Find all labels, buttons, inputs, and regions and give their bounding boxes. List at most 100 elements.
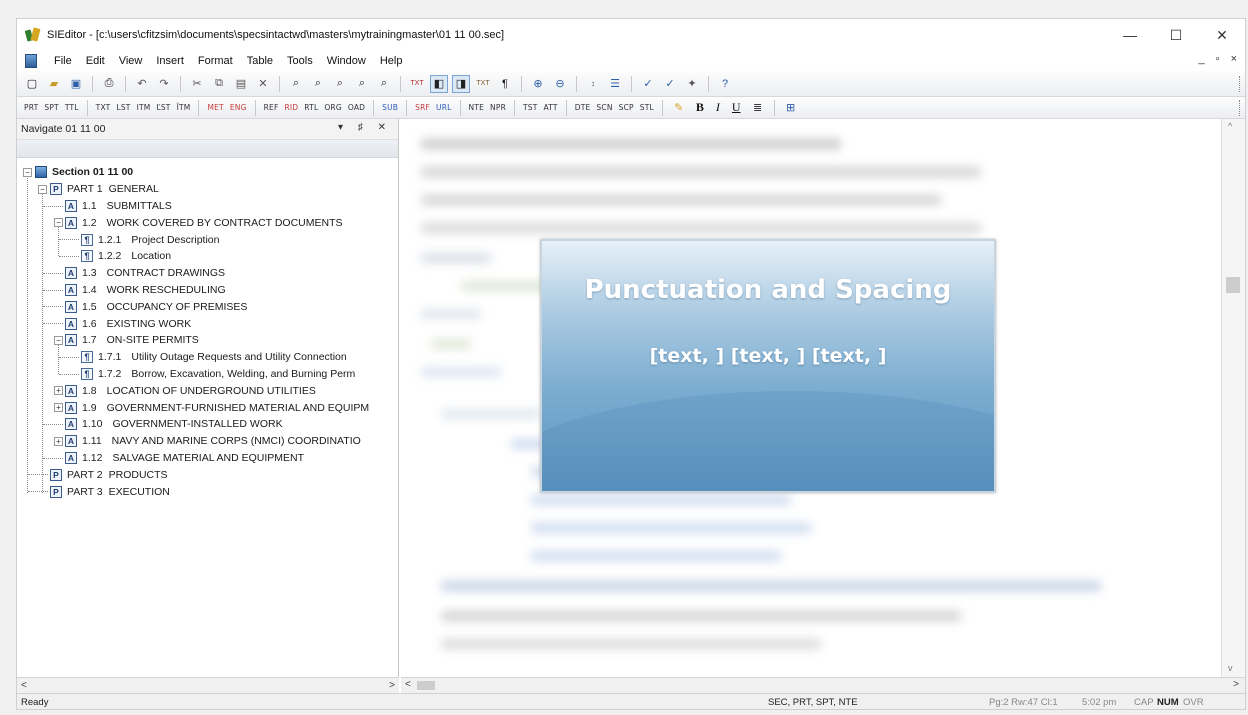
scroll-down-icon[interactable]: v <box>1228 663 1233 673</box>
help-icon[interactable]: ? <box>716 75 734 93</box>
underline-button[interactable]: U <box>726 100 747 115</box>
tag-scn-button[interactable]: SCN <box>593 103 615 112</box>
paragraph-mark-icon[interactable]: ¶ <box>496 75 514 93</box>
tree-item-article[interactable]: A 1.6 EXISTING WORK <box>17 315 398 332</box>
tag-edit-icon[interactable]: ◨ <box>452 74 470 93</box>
tree-item-article[interactable]: + A 1.9 GOVERNMENT-FURNISHED MATERIAL AN… <box>17 399 398 416</box>
tag-prt-button[interactable]: PRT <box>21 103 41 112</box>
scroll-thumb[interactable] <box>1226 277 1240 293</box>
tag-spt-button[interactable]: SPT <box>41 103 61 112</box>
collapse-icon[interactable]: − <box>38 184 47 194</box>
document-horizontal-scrollbar[interactable]: < > <box>401 677 1245 693</box>
menu-insert[interactable]: Insert <box>149 55 191 67</box>
list-icon[interactable]: ☰ <box>606 75 624 93</box>
new-file-icon[interactable]: ▢ <box>23 75 41 93</box>
find-tag-icon[interactable]: ⌕ <box>331 75 349 93</box>
bold-button[interactable]: B <box>690 100 710 115</box>
tag-att-button[interactable]: ATT <box>541 103 561 112</box>
menu-window[interactable]: Window <box>320 55 373 67</box>
save-icon[interactable]: ▣ <box>67 75 85 93</box>
tag-ttl-button[interactable]: TTL <box>62 103 82 112</box>
tree-item-article[interactable]: A 1.5 OCCUPANCY OF PREMISES <box>17 298 398 315</box>
toolbar-grip[interactable] <box>1239 75 1243 92</box>
menu-view[interactable]: View <box>112 55 150 67</box>
tag-lst-alt-button[interactable]: ĽST <box>153 103 173 112</box>
expand-icon[interactable]: + <box>54 403 63 413</box>
tree-item-paragraph[interactable]: ¶ 1.7.2 Borrow, Excavation, Welding, and… <box>17 366 398 383</box>
highlighter-icon[interactable]: ✎ <box>670 99 688 117</box>
collapse-icon[interactable]: − <box>23 168 32 177</box>
tag-text-icon[interactable]: TXT <box>408 75 426 93</box>
tag-org-button[interactable]: ORG <box>321 103 345 112</box>
italic-button[interactable]: I <box>710 100 726 115</box>
tree-item-article[interactable]: A 1.3 CONTRACT DRAWINGS <box>17 265 398 282</box>
spell-check-icon[interactable]: ✓ <box>639 75 657 93</box>
close-button[interactable]: ✕ <box>1199 19 1245 51</box>
tag-ref-button[interactable]: REF <box>261 103 282 112</box>
open-folder-icon[interactable]: ▰ <box>45 75 63 93</box>
scroll-right-icon[interactable]: > <box>389 680 395 691</box>
tree-item-paragraph[interactable]: ¶ 1.7.1 Utility Outage Requests and Util… <box>17 349 398 366</box>
tag-url-button[interactable]: URL <box>433 103 454 112</box>
tree-item-article[interactable]: A 1.4 WORK RESCHEDULING <box>17 282 398 299</box>
tag-stl-button[interactable]: STL <box>637 103 657 112</box>
expand-icon[interactable]: + <box>54 386 63 396</box>
scroll-thumb[interactable] <box>417 681 435 690</box>
tag-oad-button[interactable]: OAD <box>345 103 368 112</box>
minimize-button[interactable]: — <box>1107 19 1153 51</box>
scroll-up-icon[interactable]: ^ <box>1228 121 1232 131</box>
menu-help[interactable]: Help <box>373 55 410 67</box>
tree-item-paragraph[interactable]: ¶ 1.2.2 Location <box>17 248 398 265</box>
find-next-icon[interactable]: ⌕ <box>309 75 327 93</box>
find-previous-icon[interactable]: ⌕ <box>353 75 371 93</box>
tag-scp-button[interactable]: SCP <box>616 103 637 112</box>
menu-file[interactable]: File <box>47 55 79 67</box>
tag-srf-button[interactable]: SRF <box>412 103 433 112</box>
tree-item-article[interactable]: − A 1.7 ON-SITE PERMITS <box>17 332 398 349</box>
tree-item-part-3[interactable]: P PART 3 EXECUTION <box>17 483 398 500</box>
mdi-window-controls[interactable]: _ ▫ × <box>1198 53 1241 65</box>
tree-item-section[interactable]: − Section 01 11 00 <box>17 164 398 181</box>
zoom-out-icon[interactable]: ⊖ <box>551 75 569 93</box>
tag-view-icon[interactable]: ◧ <box>430 74 448 93</box>
undo-icon[interactable]: ↶ <box>133 75 151 93</box>
tree-item-part-1[interactable]: − P PART 1 GENERAL <box>17 181 398 198</box>
menu-tools[interactable]: Tools <box>280 55 320 67</box>
tag-itm-button[interactable]: ITM <box>134 103 154 112</box>
tree-item-part-2[interactable]: P PART 2 PRODUCTS <box>17 466 398 483</box>
align-icon[interactable]: ≣ <box>749 99 767 117</box>
tag-sub-button[interactable]: SUB <box>379 103 401 112</box>
document-vertical-scrollbar[interactable]: ^ v <box>1221 119 1245 677</box>
tag-itm-alt-button[interactable]: ÏTM <box>174 103 194 112</box>
document-icon[interactable] <box>25 54 37 68</box>
tree-item-article[interactable]: − A 1.2 WORK COVERED BY CONTRACT DOCUMEN… <box>17 214 398 231</box>
tag-lst-button[interactable]: LST <box>113 103 133 112</box>
redo-icon[interactable]: ↷ <box>155 75 173 93</box>
find-all-icon[interactable]: ⌕ <box>375 75 393 93</box>
copy-icon[interactable]: ⧉ <box>210 75 228 93</box>
expand-icon[interactable]: + <box>54 436 63 446</box>
print-icon[interactable]: ⎙ <box>100 75 118 93</box>
navigator-horizontal-scrollbar[interactable]: < > <box>17 677 399 693</box>
toolbar-grip[interactable] <box>1239 99 1243 116</box>
tag-rid-button[interactable]: RID <box>281 103 301 112</box>
sort-icon[interactable]: ↕ <box>584 75 602 93</box>
collapse-icon[interactable]: − <box>54 335 63 345</box>
tag-tst-button[interactable]: TST <box>520 103 541 112</box>
tree-item-article[interactable]: + A 1.11 NAVY AND MARINE CORPS (NMCI) CO… <box>17 433 398 450</box>
collapse-icon[interactable]: − <box>54 218 63 228</box>
menu-format[interactable]: Format <box>191 55 240 67</box>
delete-icon[interactable]: ✕ <box>254 75 272 93</box>
paste-icon[interactable]: ▤ <box>232 75 250 93</box>
tag-nte-button[interactable]: NTE <box>466 103 488 112</box>
tag-met-button[interactable]: MET <box>204 103 226 112</box>
maximize-button[interactable]: ☐ <box>1153 19 1199 51</box>
table-icon[interactable]: ⊞ <box>782 99 800 117</box>
scroll-right-icon[interactable]: > <box>1233 679 1239 690</box>
find-icon[interactable]: ⌕ <box>287 75 305 93</box>
tree-item-article[interactable]: A 1.12 SALVAGE MATERIAL AND EQUIPMENT <box>17 450 398 467</box>
cut-icon[interactable]: ✂ <box>188 75 206 93</box>
tag-dte-button[interactable]: DTE <box>572 103 594 112</box>
tree-item-paragraph[interactable]: ¶ 1.2.1 Project Description <box>17 231 398 248</box>
scroll-left-icon[interactable]: < <box>405 679 411 690</box>
